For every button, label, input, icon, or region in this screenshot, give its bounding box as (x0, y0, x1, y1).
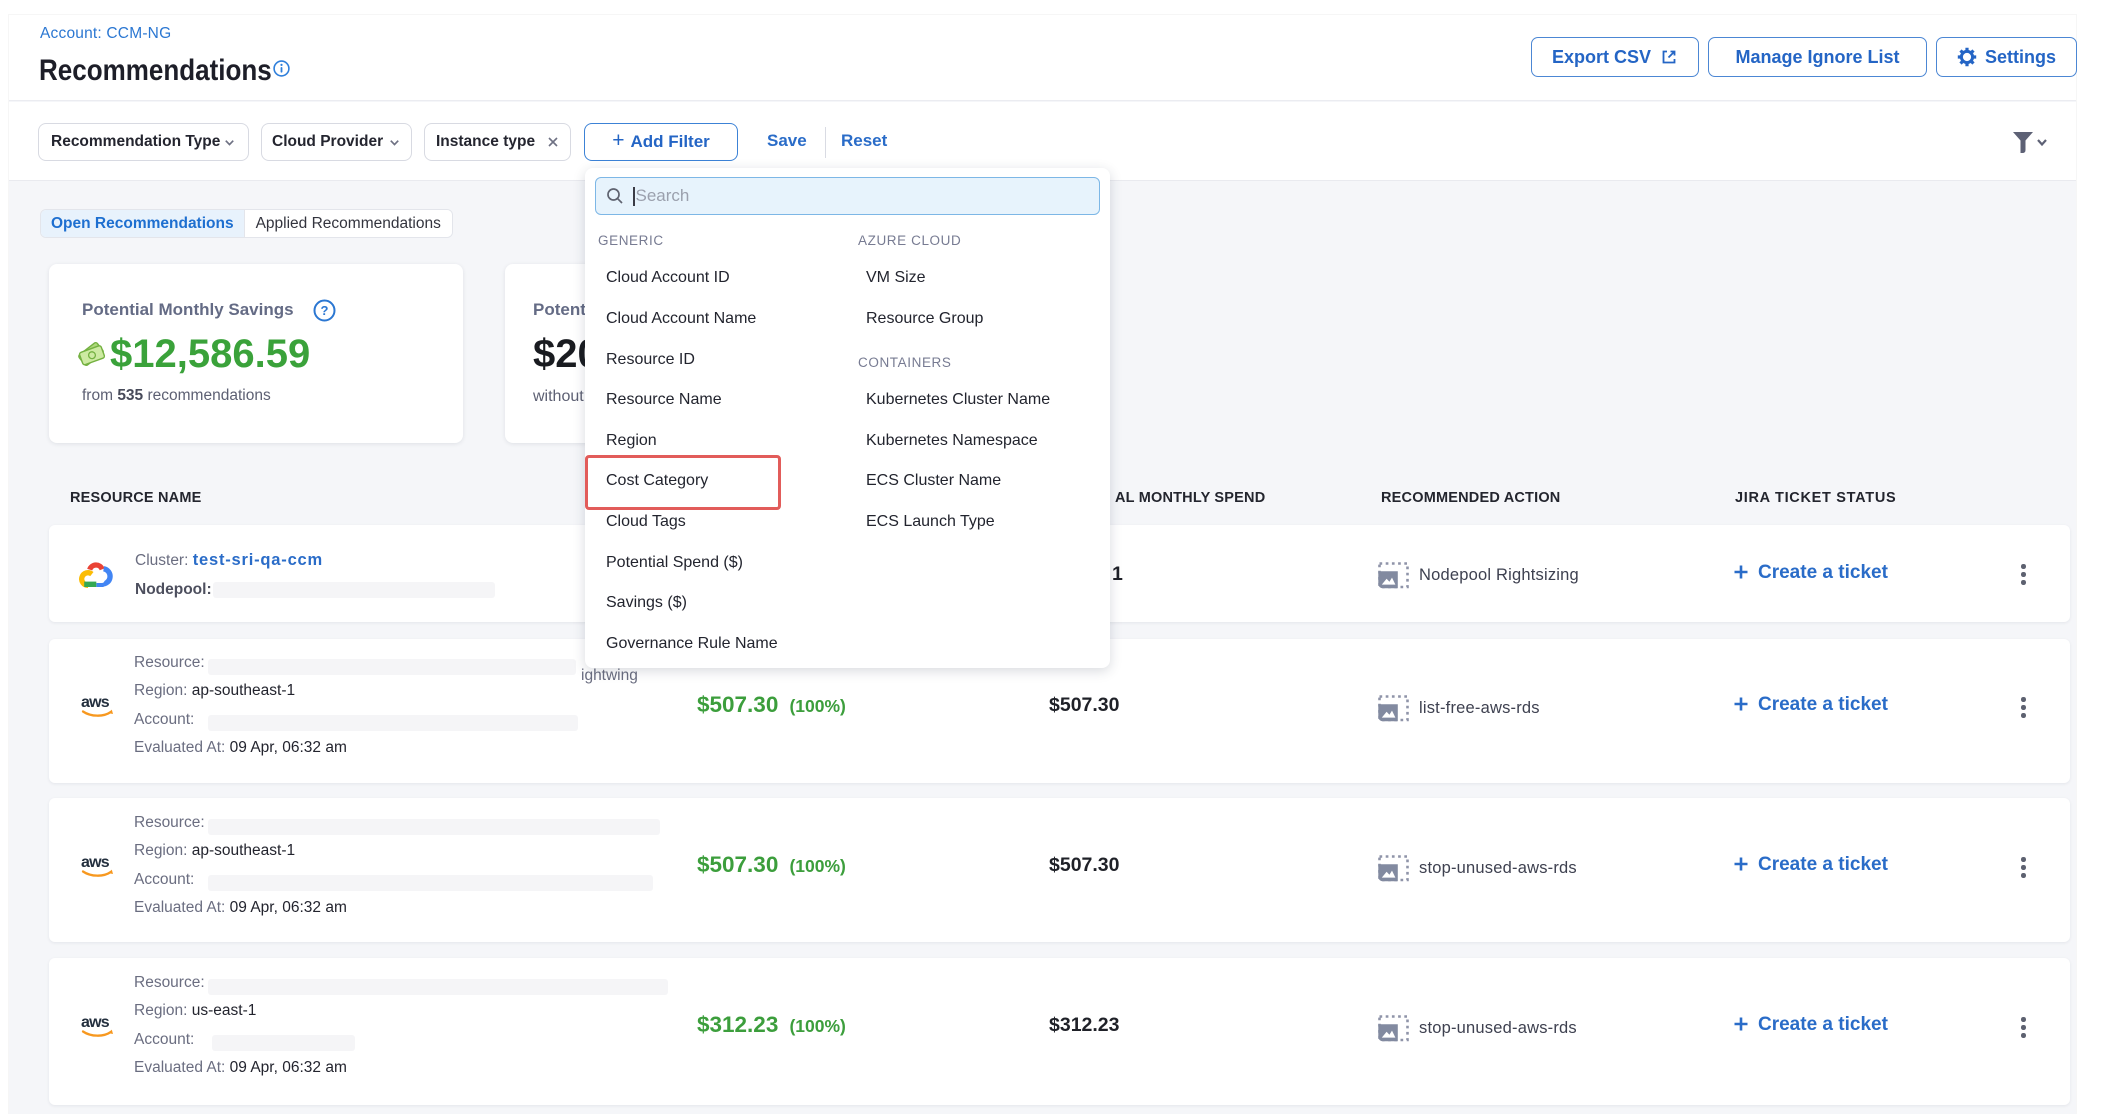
svg-text:?: ? (321, 303, 329, 318)
svg-text:aws: aws (81, 694, 110, 711)
svg-text:aws: aws (81, 1014, 110, 1031)
svg-text:aws: aws (81, 854, 110, 871)
